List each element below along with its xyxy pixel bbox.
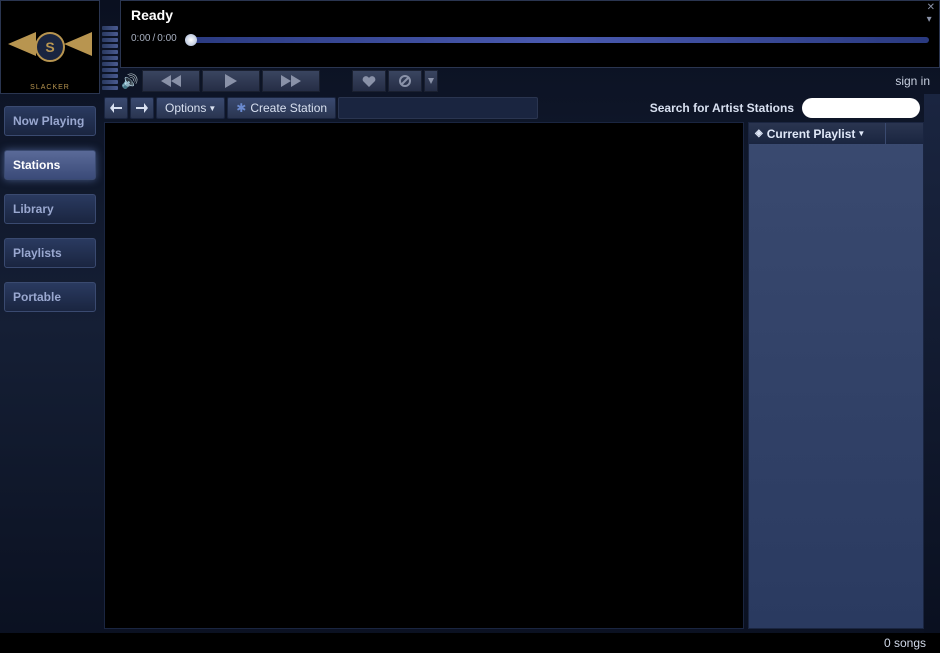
star-icon: ✱: [236, 101, 246, 115]
chevron-down-icon: ▼: [208, 104, 216, 113]
more-controls-button[interactable]: [424, 70, 438, 92]
status-bar: 0 songs: [0, 633, 940, 653]
ban-button[interactable]: [388, 70, 422, 92]
sidebar-item-now-playing[interactable]: Now Playing: [4, 106, 96, 136]
main-content-area: [104, 122, 744, 629]
playlist-icon: ◈: [755, 128, 763, 139]
song-count: 0 songs: [884, 636, 926, 650]
search-label: Search for Artist Stations: [650, 101, 794, 115]
time-elapsed: 0:00: [131, 33, 150, 44]
volume-meter[interactable]: [100, 0, 120, 94]
favorite-button[interactable]: [352, 70, 386, 92]
create-station-label: Create Station: [250, 101, 327, 115]
sidebar: Now Playing Stations Library Playlists P…: [0, 100, 100, 633]
progress-thumb[interactable]: [185, 34, 197, 46]
sidebar-item-library[interactable]: Library: [4, 194, 96, 224]
brand-name: SLACKER: [30, 84, 70, 91]
sidebar-item-playlists[interactable]: Playlists: [4, 238, 96, 268]
breadcrumb: [338, 97, 538, 119]
search-input[interactable]: [812, 102, 940, 114]
nav-forward-button[interactable]: [130, 97, 154, 119]
brand-logo[interactable]: S SLACKER: [0, 0, 100, 94]
now-playing-display: Ready 0:00 / 0:00 ✕ ▾: [120, 0, 940, 68]
player-status: Ready: [131, 7, 929, 23]
chevron-down-icon: ▼: [857, 129, 865, 138]
sign-in-link[interactable]: sign in: [895, 74, 930, 88]
brand-monogram: S: [35, 32, 65, 62]
playlist-header[interactable]: ◈ Current Playlist ▼: [749, 123, 923, 145]
nav-back-button[interactable]: [104, 97, 128, 119]
play-button[interactable]: [202, 70, 260, 92]
playlist-header-split[interactable]: [885, 123, 917, 144]
sidebar-item-stations[interactable]: Stations: [4, 150, 96, 180]
time-total: 0:00: [157, 33, 176, 44]
options-menu[interactable]: Options ▼: [156, 97, 225, 119]
create-station-button[interactable]: ✱ Create Station: [227, 97, 336, 119]
search-field[interactable]: [802, 98, 920, 118]
scrollbar-gutter[interactable]: [924, 94, 940, 633]
window-menu-icon[interactable]: ▾: [927, 15, 935, 25]
close-icon[interactable]: ✕: [927, 3, 935, 13]
previous-button[interactable]: [142, 70, 200, 92]
playlist-title: Current Playlist: [767, 127, 856, 141]
speaker-icon[interactable]: 🔊: [120, 71, 140, 91]
options-label: Options: [165, 101, 206, 115]
next-button[interactable]: [262, 70, 320, 92]
playlist-panel: ◈ Current Playlist ▼: [748, 122, 924, 629]
progress-bar[interactable]: [185, 37, 929, 43]
sidebar-item-portable[interactable]: Portable: [4, 282, 96, 312]
